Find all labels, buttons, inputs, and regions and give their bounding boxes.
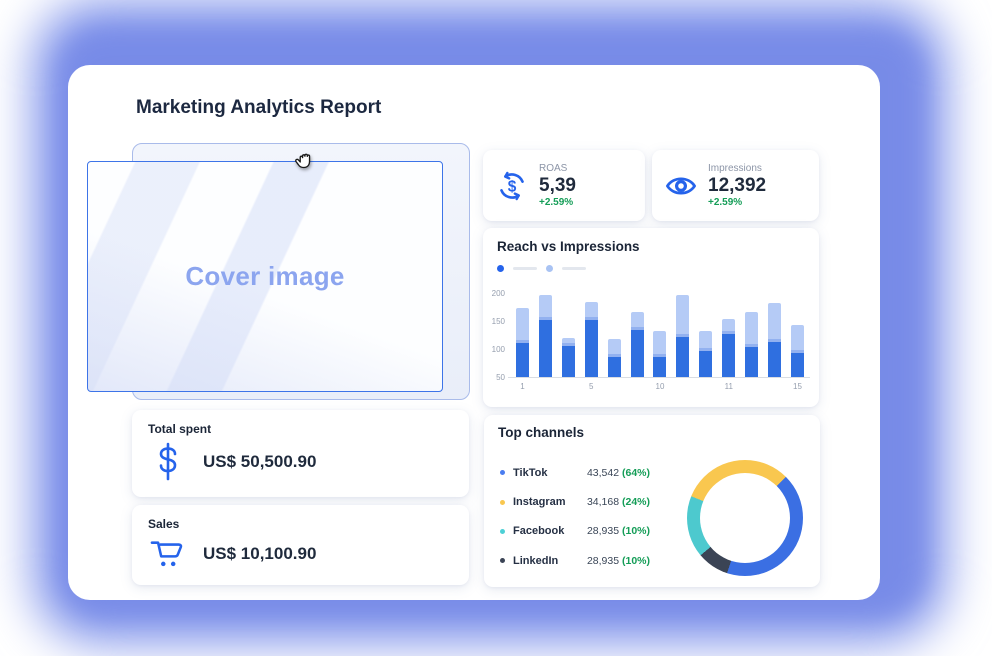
bar [745, 312, 758, 378]
x-tick-label: 15 [788, 382, 808, 391]
channel-name: Facebook [513, 525, 564, 537]
stat-label: ROAS [539, 163, 576, 174]
bar [562, 338, 575, 377]
bar [768, 303, 781, 377]
stat-value: 12,392 [708, 176, 766, 196]
channel-percent: (10%) [622, 525, 650, 537]
svg-text:$: $ [508, 178, 517, 195]
page-title: Marketing Analytics Report [136, 97, 381, 119]
stat-value: 5,39 [539, 176, 576, 196]
channel-dot [500, 500, 505, 505]
eye-icon [665, 170, 697, 202]
legend-dash [513, 267, 537, 270]
x-tick-label: 10 [650, 382, 670, 391]
cart-icon [148, 537, 188, 571]
channel-value: 34,168 (24%) [587, 496, 650, 508]
total-spent-card[interactable]: Total spent US$ 50,500.90 [132, 410, 469, 497]
channel-dot [500, 558, 505, 563]
bar [791, 325, 804, 377]
cover-image-label: Cover image [185, 261, 344, 292]
channel-name: LinkedIn [513, 555, 558, 567]
y-tick-label: 150 [483, 317, 505, 326]
channel-percent: (64%) [622, 467, 650, 479]
chart-legend [497, 265, 586, 272]
chart-title: Reach vs Impressions [497, 239, 640, 254]
marketing-report-canvas: Marketing Analytics Report Cover image $… [0, 0, 992, 656]
channel-value: 43,542 (64%) [587, 467, 650, 479]
bar [585, 302, 598, 377]
bar [722, 319, 735, 377]
impressions-stat-card[interactable]: Impressions 12,392 +2.59% [652, 150, 819, 221]
reach-vs-impressions-chart-card[interactable]: Reach vs Impressions 20015010050 1510111… [483, 228, 819, 407]
y-tick-label: 200 [483, 289, 505, 298]
legend-dot-reach [497, 265, 504, 272]
channel-value: 28,935 (10%) [587, 555, 650, 567]
top-channels-card[interactable]: Top channels TikTok 43,542 (64%) Instagram… [484, 415, 820, 587]
x-tick-label: 11 [719, 382, 739, 391]
channel-percent: (10%) [622, 555, 650, 567]
stat-delta: +2.59% [539, 197, 576, 208]
dollar-icon [148, 442, 188, 482]
grabbing-hand-cursor [292, 145, 319, 172]
roas-stat-card[interactable]: $ ROAS 5,39 +2.59% [483, 150, 645, 221]
cover-image-placeholder[interactable]: Cover image [87, 161, 443, 392]
dollar-refresh-icon: $ [496, 170, 528, 202]
bar [699, 331, 712, 377]
bar [539, 295, 552, 377]
stat-label: Impressions [708, 163, 766, 174]
bar [608, 339, 621, 377]
channel-list: TikTok 43,542 (64%) Instagram 34,168 (24%) F… [500, 458, 650, 576]
channel-row: Facebook 28,935 (10%) [500, 517, 650, 546]
card-label: Total spent [148, 422, 453, 436]
channel-row: LinkedIn 28,935 (10%) [500, 546, 650, 575]
report-card: Marketing Analytics Report Cover image $… [68, 65, 880, 600]
legend-dash [562, 267, 586, 270]
y-tick-label: 100 [483, 345, 505, 354]
card-value: US$ 10,100.90 [203, 544, 316, 564]
x-tick-label: 5 [581, 382, 601, 391]
channel-row: TikTok 43,542 (64%) [500, 458, 650, 487]
bar [676, 295, 689, 377]
channel-row: Instagram 34,168 (24%) [500, 487, 650, 516]
channels-title: Top channels [498, 425, 584, 440]
legend-dot-impressions [546, 265, 553, 272]
stacked-bars [516, 293, 804, 377]
channels-donut-chart [687, 460, 803, 576]
x-tick-label: 1 [513, 382, 533, 391]
channel-dot [500, 529, 505, 534]
bar [653, 331, 666, 377]
bar [631, 312, 644, 377]
channel-name: Instagram [513, 496, 566, 508]
bar [516, 308, 529, 377]
stat-delta: +2.59% [708, 197, 766, 208]
x-axis-line [508, 377, 810, 378]
sales-card[interactable]: Sales US$ 10,100.90 [132, 505, 469, 585]
y-tick-label: 50 [483, 373, 505, 382]
channel-name: TikTok [513, 467, 547, 479]
card-value: US$ 50,500.90 [203, 452, 316, 472]
channel-percent: (24%) [622, 496, 650, 508]
channel-value: 28,935 (10%) [587, 525, 650, 537]
channel-dot [500, 470, 505, 475]
card-label: Sales [148, 517, 453, 531]
